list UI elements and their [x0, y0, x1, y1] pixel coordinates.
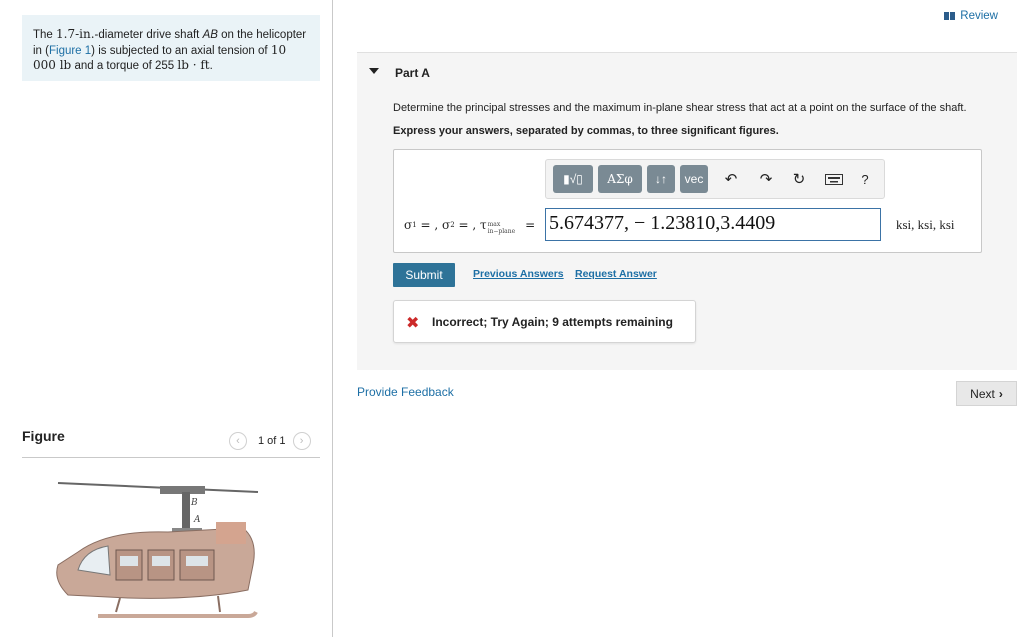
- drive-shaft: [182, 492, 190, 530]
- keyboard-icon[interactable]: [823, 168, 845, 190]
- provide-feedback-link[interactable]: Provide Feedback: [357, 385, 454, 399]
- chevron-right-icon[interactable]: ›: [292, 432, 311, 450]
- problem-text: and a torque of 255: [71, 60, 178, 72]
- sigma-1-symbol: σ: [404, 218, 413, 232]
- figure-divider: [22, 457, 320, 458]
- skid-strut: [115, 597, 121, 613]
- equals-sign: =: [525, 218, 536, 232]
- answer-units: ksi, ksi, ksi: [896, 217, 955, 232]
- point-a-label: A: [193, 515, 201, 525]
- tau-symbol: τ: [479, 218, 487, 232]
- subscript-superscript-button[interactable]: ↓↑: [647, 165, 675, 193]
- figure-title: Figure: [22, 428, 65, 444]
- engine-cover: [216, 522, 246, 544]
- x-icon: ✖: [406, 315, 420, 332]
- skid-strut: [217, 595, 221, 613]
- door-window: [120, 556, 138, 566]
- landing-skid: [98, 610, 258, 618]
- review-link[interactable]: Review: [944, 10, 998, 22]
- tau-in-plane-label: in−plane: [487, 228, 516, 235]
- review-label: Review: [960, 10, 998, 22]
- helicopter-figure: B A: [56, 482, 259, 618]
- next-button[interactable]: Next ›: [956, 381, 1017, 406]
- caret-down-icon[interactable]: [369, 68, 379, 74]
- diameter-value: 1.7-in.: [56, 27, 95, 41]
- equation-separator: = ,: [416, 218, 442, 232]
- reset-icon[interactable]: ↻: [788, 168, 810, 190]
- question-text: Determine the principal stresses and the…: [393, 102, 967, 114]
- next-label: Next: [970, 386, 995, 401]
- review-icon: [944, 12, 956, 20]
- equation-separator: = ,: [454, 218, 480, 232]
- instruction-text: Express your answers, separated by comma…: [393, 125, 779, 137]
- figure-link[interactable]: Figure 1: [49, 45, 91, 57]
- problem-text: The: [33, 29, 57, 41]
- math-toolbar: ▮√▯ ΑΣφ ↓↑ vec ↶ ↷ ↻ ?: [545, 159, 885, 199]
- chevron-left-icon[interactable]: ‹: [229, 432, 247, 450]
- template-button[interactable]: ▮√▯: [553, 165, 593, 193]
- undo-icon[interactable]: ↶: [720, 168, 742, 190]
- vector-button[interactable]: vec: [680, 165, 708, 193]
- answer-input[interactable]: 5.674377, − 1.23810,3.4409: [545, 208, 881, 241]
- answer-box: ▮√▯ ΑΣφ ↓↑ vec ↶ ↷ ↻ ? σ1 = , σ2 = , τ m…: [393, 149, 982, 253]
- sigma-2-symbol: σ: [441, 218, 451, 232]
- door-window: [186, 556, 208, 566]
- help-icon[interactable]: ?: [854, 168, 876, 190]
- shaft-name: AB: [202, 29, 218, 41]
- previous-answers-link[interactable]: Previous Answers: [473, 268, 564, 280]
- figure-pager: ‹ 1 of 1 ›: [229, 430, 311, 452]
- feedback-message-box: ✖ Incorrect; Try Again; 9 attempts remai…: [393, 300, 696, 343]
- submit-button[interactable]: Submit: [393, 263, 455, 287]
- feedback-message: Incorrect; Try Again; 9 attempts remaini…: [432, 315, 673, 329]
- figure-count: 1 of 1: [258, 435, 286, 447]
- redo-icon[interactable]: ↷: [755, 168, 777, 190]
- tau-max-label: max: [487, 221, 501, 228]
- door-window: [152, 556, 170, 566]
- torque-unit: lb · ft: [177, 58, 210, 72]
- equation-label: σ1 = , σ2 = , τ max in−plane =: [404, 215, 535, 235]
- point-b-label: B: [190, 498, 198, 508]
- tau-subscript: max in−plane: [488, 221, 516, 235]
- problem-statement: The 1.7-in.-diameter drive shaft AB on t…: [22, 15, 320, 81]
- rotor-blade: [57, 482, 259, 493]
- problem-text: .: [209, 60, 213, 72]
- problem-text: -diameter drive shaft: [94, 29, 203, 41]
- column-divider: [332, 0, 333, 637]
- chevron-right-icon: ›: [998, 386, 1003, 401]
- part-title: Part A: [395, 66, 430, 80]
- greek-symbols-button[interactable]: ΑΣφ: [598, 165, 642, 193]
- problem-text: ) is subjected to an axial tension of: [91, 44, 271, 57]
- part-a-header[interactable]: Part A: [357, 52, 1017, 92]
- request-answer-link[interactable]: Request Answer: [575, 268, 657, 280]
